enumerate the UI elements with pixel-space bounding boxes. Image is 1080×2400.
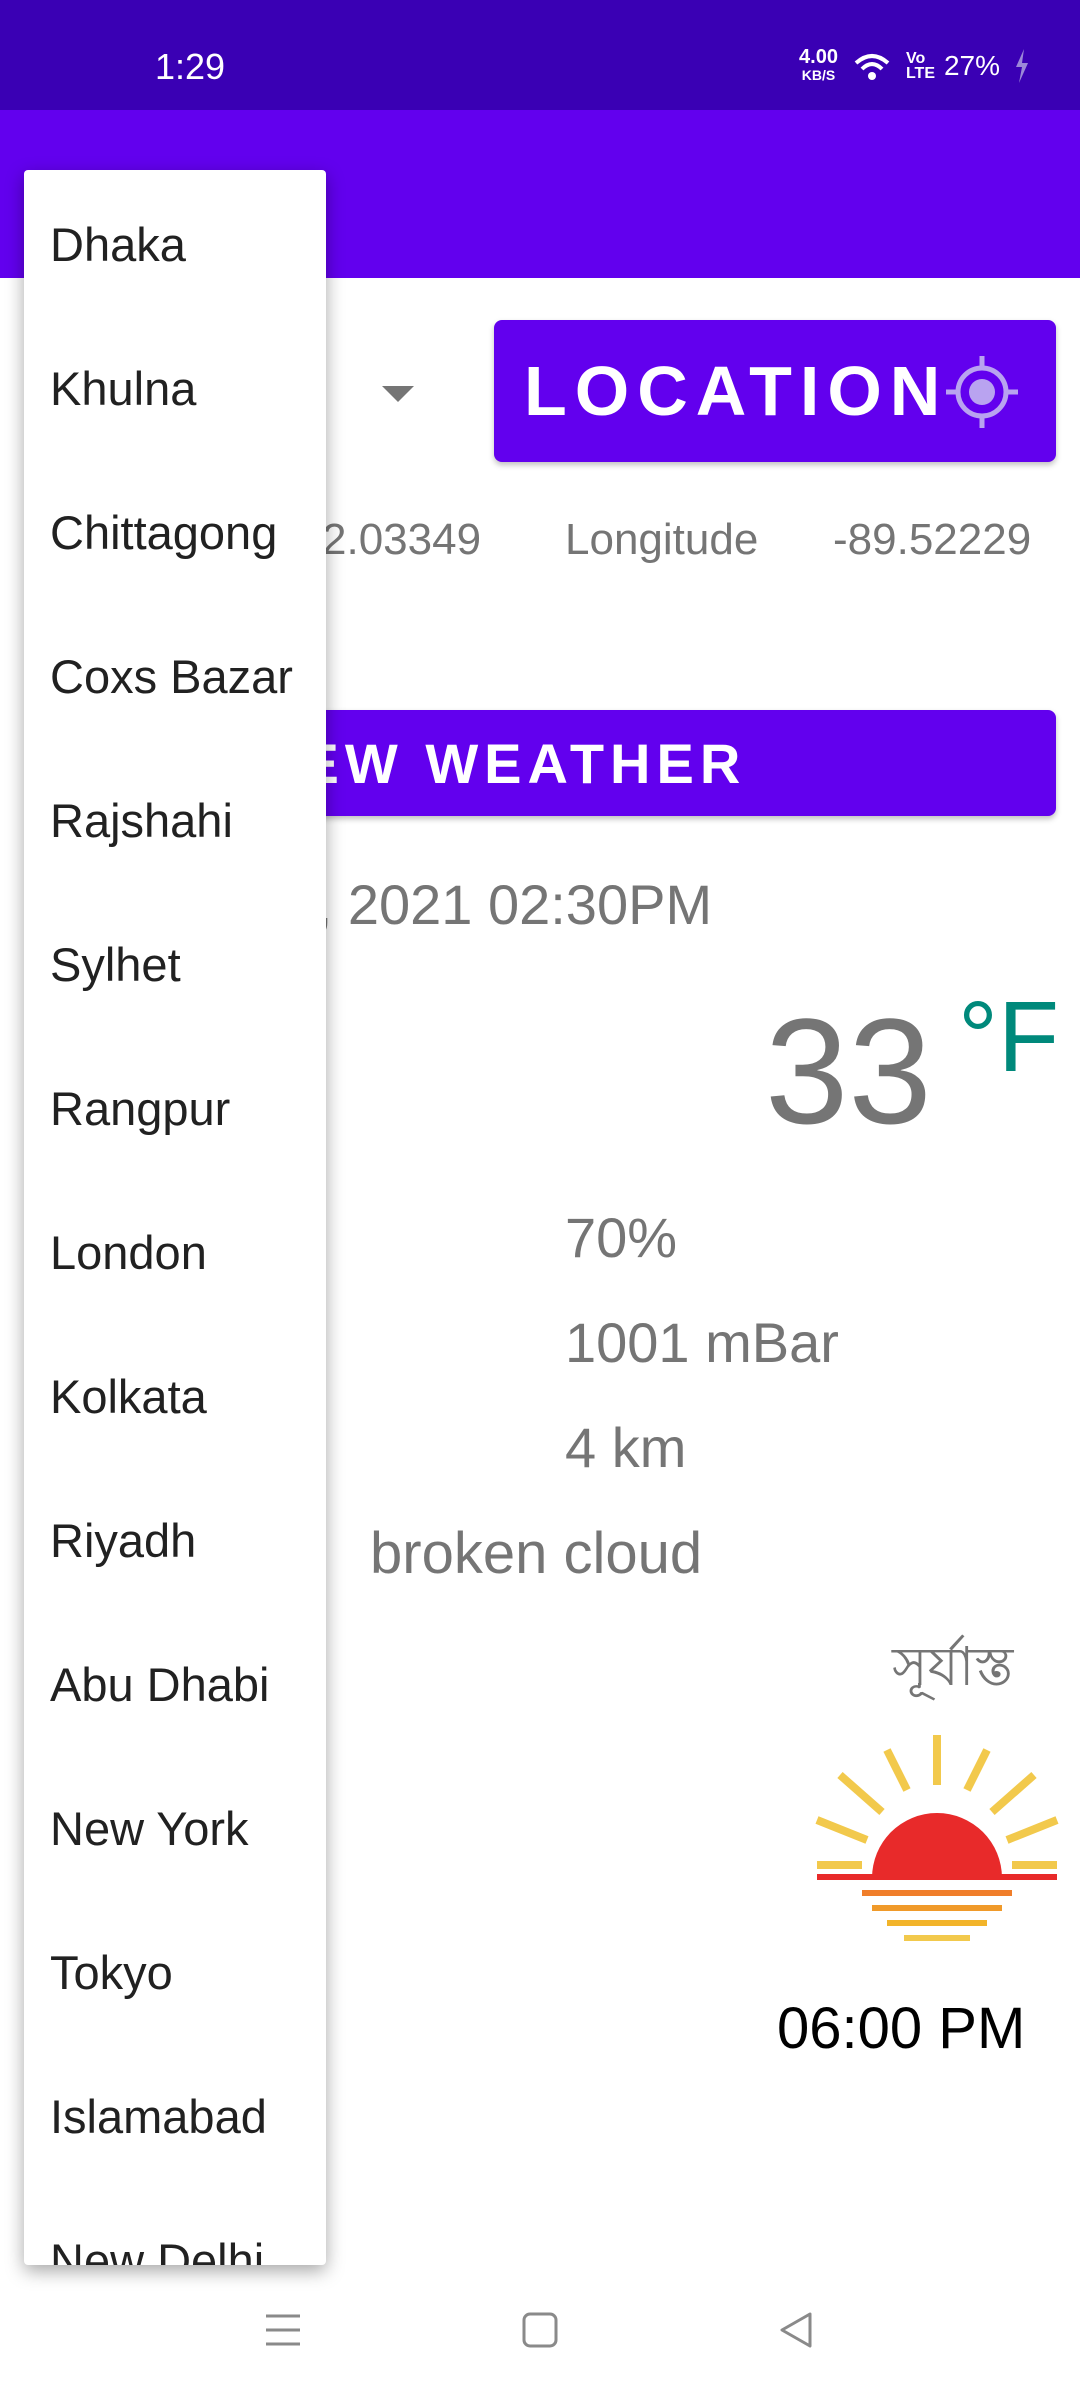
view-weather-button[interactable]: IEW WEATHER: [200, 710, 1056, 816]
dropdown-item-new-york[interactable]: New York: [50, 1801, 249, 1856]
target-icon: [946, 356, 1018, 428]
pressure-value: 1001 mBar: [565, 1311, 839, 1374]
weather-datetime: er, 2021 02:30PM: [270, 873, 713, 936]
sunset-time: 06:00 PM: [777, 1996, 1026, 2061]
dropdown-item-sylhet[interactable]: Sylhet: [50, 937, 181, 992]
menu-icon[interactable]: [262, 2310, 304, 2350]
back-icon[interactable]: [776, 2310, 816, 2350]
temperature-value: 33: [765, 987, 932, 1155]
city-dropdown-list[interactable]: Dhaka Khulna Chittagong Coxs Bazar Rajsh…: [24, 170, 326, 2265]
longitude-label: Longitude: [565, 515, 759, 564]
network-type: Vo LTE: [905, 50, 935, 82]
dropdown-item-kolkata[interactable]: Kolkata: [50, 1369, 207, 1424]
weather-description: broken cloud: [370, 1521, 703, 1586]
dropdown-item-rangpur[interactable]: Rangpur: [50, 1081, 230, 1136]
temperature-unit: °F: [958, 981, 1060, 1093]
spinner-dropdown-arrow-icon[interactable]: [382, 386, 414, 402]
view-weather-button-label: IEW WEATHER: [280, 731, 747, 795]
dropdown-item-coxs-bazar[interactable]: Coxs Bazar: [50, 649, 293, 704]
humidity-value: 70%: [565, 1206, 678, 1269]
dropdown-item-khulna[interactable]: Khulna: [50, 361, 196, 416]
dropdown-item-tokyo[interactable]: Tokyo: [50, 1945, 173, 2000]
status-bar: 1:29 4.00 KB/S Vo LTE 27%: [0, 0, 1080, 110]
dropdown-item-islamabad[interactable]: Islamabad: [50, 2089, 267, 2144]
location-button-label: LOCATION: [524, 352, 949, 430]
visibility-value: 4 km: [565, 1416, 687, 1479]
status-indicators: 4.00 KB/S Vo LTE 27%: [799, 46, 1030, 84]
status-time: 1:29: [155, 46, 226, 87]
dropdown-item-chittagong[interactable]: Chittagong: [50, 505, 277, 560]
dropdown-item-riyadh[interactable]: Riyadh: [50, 1513, 196, 1568]
dropdown-item-rajshahi[interactable]: Rajshahi: [50, 793, 233, 848]
home-icon[interactable]: [520, 2310, 560, 2350]
location-button[interactable]: LOCATION: [494, 320, 1056, 462]
battery-level: 27%: [943, 50, 1000, 81]
sunset-icon: [815, 1735, 1059, 1941]
navigation-bar: [0, 2280, 1080, 2400]
sunset-label: সূর্যাস্ত: [892, 1637, 1014, 1697]
dropdown-item-new-delhi[interactable]: New Delhi: [50, 2233, 264, 2265]
wifi-icon: [854, 54, 890, 80]
dropdown-item-abu-dhabi[interactable]: Abu Dhabi: [50, 1657, 270, 1712]
dropdown-item-london[interactable]: London: [50, 1225, 207, 1280]
longitude-value: -89.52229: [833, 515, 1032, 564]
battery-icon: [1016, 49, 1028, 83]
network-speed: 4.00 KB/S: [799, 46, 838, 83]
dropdown-item-dhaka[interactable]: Dhaka: [50, 217, 186, 272]
latitude-value: 2.03349: [322, 515, 482, 564]
